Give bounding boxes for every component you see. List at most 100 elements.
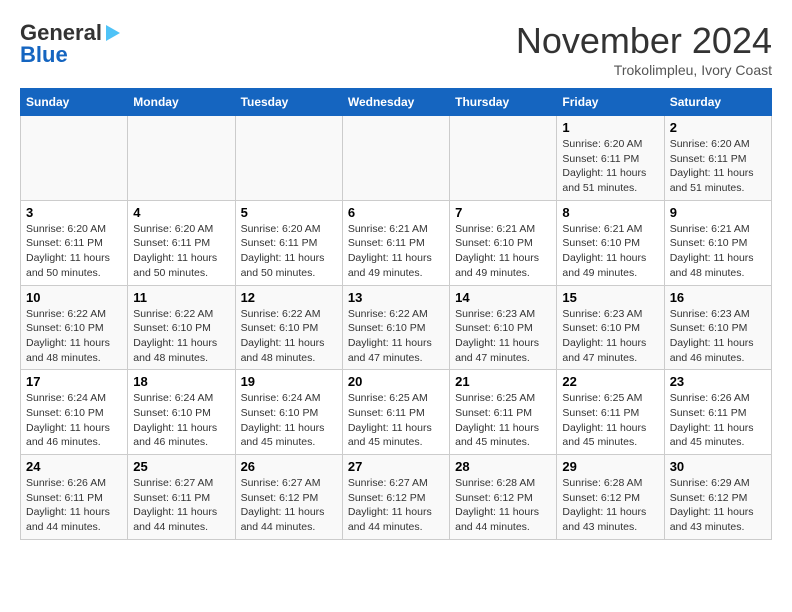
day-number: 12	[241, 290, 337, 305]
day-info: Sunrise: 6:22 AMSunset: 6:10 PMDaylight:…	[26, 307, 122, 366]
day-number: 6	[348, 205, 444, 220]
day-number: 22	[562, 374, 658, 389]
calendar-header-row: SundayMondayTuesdayWednesdayThursdayFrid…	[21, 89, 772, 116]
day-number: 28	[455, 459, 551, 474]
day-info: Sunrise: 6:28 AMSunset: 6:12 PMDaylight:…	[562, 476, 658, 535]
calendar-cell: 24Sunrise: 6:26 AMSunset: 6:11 PMDayligh…	[21, 455, 128, 540]
day-number: 29	[562, 459, 658, 474]
day-info: Sunrise: 6:20 AMSunset: 6:11 PMDaylight:…	[241, 222, 337, 281]
day-info: Sunrise: 6:20 AMSunset: 6:11 PMDaylight:…	[26, 222, 122, 281]
day-number: 27	[348, 459, 444, 474]
calendar-cell: 7 Sunrise: 6:21 AMSunset: 6:10 PMDaylight…	[450, 200, 557, 285]
calendar-cell: 26 Sunrise: 6:27 AMSunset: 6:12 PMDayligh…	[235, 455, 342, 540]
calendar-cell: 2Sunrise: 6:20 AMSunset: 6:11 PMDaylight…	[664, 116, 771, 201]
day-info: Sunrise: 6:24 AMSunset: 6:10 PMDaylight:…	[241, 391, 337, 450]
day-number: 11	[133, 290, 229, 305]
day-number: 3	[26, 205, 122, 220]
day-info: Sunrise: 6:25 AMSunset: 6:11 PMDaylight:…	[562, 391, 658, 450]
calendar-cell: 25Sunrise: 6:27 AMSunset: 6:11 PMDayligh…	[128, 455, 235, 540]
day-info: Sunrise: 6:26 AMSunset: 6:11 PMDaylight:…	[26, 476, 122, 535]
day-info: Sunrise: 6:21 AMSunset: 6:11 PMDaylight:…	[348, 222, 444, 281]
day-number: 23	[670, 374, 766, 389]
day-number: 14	[455, 290, 551, 305]
day-number: 21	[455, 374, 551, 389]
day-info: Sunrise: 6:24 AMSunset: 6:10 PMDaylight:…	[133, 391, 229, 450]
calendar-cell	[21, 116, 128, 201]
calendar-cell: 11 Sunrise: 6:22 AMSunset: 6:10 PMDayligh…	[128, 285, 235, 370]
logo: General Blue	[20, 20, 120, 68]
day-info: Sunrise: 6:21 AMSunset: 6:10 PMDaylight:…	[455, 222, 551, 281]
day-number: 15	[562, 290, 658, 305]
day-number: 10	[26, 290, 122, 305]
day-info: Sunrise: 6:26 AMSunset: 6:11 PMDaylight:…	[670, 391, 766, 450]
day-number: 26	[241, 459, 337, 474]
calendar-cell: 30 Sunrise: 6:29 AMSunset: 6:12 PMDayligh…	[664, 455, 771, 540]
calendar-cell: 17 Sunrise: 6:24 AMSunset: 6:10 PMDayligh…	[21, 370, 128, 455]
logo-arrow-icon	[106, 25, 120, 41]
day-info: Sunrise: 6:24 AMSunset: 6:10 PMDaylight:…	[26, 391, 122, 450]
calendar-cell: 20Sunrise: 6:25 AMSunset: 6:11 PMDayligh…	[342, 370, 449, 455]
day-number: 19	[241, 374, 337, 389]
column-header-saturday: Saturday	[664, 89, 771, 116]
column-header-tuesday: Tuesday	[235, 89, 342, 116]
column-header-thursday: Thursday	[450, 89, 557, 116]
location-label: Trokolimpleu, Ivory Coast	[516, 62, 772, 78]
day-info: Sunrise: 6:23 AMSunset: 6:10 PMDaylight:…	[670, 307, 766, 366]
day-info: Sunrise: 6:21 AMSunset: 6:10 PMDaylight:…	[562, 222, 658, 281]
day-number: 30	[670, 459, 766, 474]
month-title: November 2024	[516, 20, 772, 62]
day-info: Sunrise: 6:28 AMSunset: 6:12 PMDaylight:…	[455, 476, 551, 535]
day-info: Sunrise: 6:27 AMSunset: 6:12 PMDaylight:…	[241, 476, 337, 535]
calendar-week-row: 17 Sunrise: 6:24 AMSunset: 6:10 PMDayligh…	[21, 370, 772, 455]
day-info: Sunrise: 6:27 AMSunset: 6:12 PMDaylight:…	[348, 476, 444, 535]
day-info: Sunrise: 6:27 AMSunset: 6:11 PMDaylight:…	[133, 476, 229, 535]
calendar-cell: 19 Sunrise: 6:24 AMSunset: 6:10 PMDayligh…	[235, 370, 342, 455]
page-header: General Blue November 2024 Trokolimpleu,…	[20, 20, 772, 78]
calendar-cell	[342, 116, 449, 201]
calendar-cell: 4 Sunrise: 6:20 AMSunset: 6:11 PMDaylight…	[128, 200, 235, 285]
calendar-cell: 28 Sunrise: 6:28 AMSunset: 6:12 PMDayligh…	[450, 455, 557, 540]
calendar-cell: 10 Sunrise: 6:22 AMSunset: 6:10 PMDayligh…	[21, 285, 128, 370]
day-info: Sunrise: 6:29 AMSunset: 6:12 PMDaylight:…	[670, 476, 766, 535]
calendar-cell: 5 Sunrise: 6:20 AMSunset: 6:11 PMDaylight…	[235, 200, 342, 285]
calendar-week-row: 10 Sunrise: 6:22 AMSunset: 6:10 PMDayligh…	[21, 285, 772, 370]
calendar-week-row: 1 Sunrise: 6:20 AMSunset: 6:11 PMDaylight…	[21, 116, 772, 201]
calendar-cell: 1 Sunrise: 6:20 AMSunset: 6:11 PMDaylight…	[557, 116, 664, 201]
calendar-cell	[235, 116, 342, 201]
calendar-cell: 3 Sunrise: 6:20 AMSunset: 6:11 PMDaylight…	[21, 200, 128, 285]
day-info: Sunrise: 6:22 AMSunset: 6:10 PMDaylight:…	[133, 307, 229, 366]
day-info: Sunrise: 6:20 AMSunset: 6:11 PMDaylight:…	[562, 137, 658, 196]
calendar-table: SundayMondayTuesdayWednesdayThursdayFrid…	[20, 88, 772, 540]
day-number: 17	[26, 374, 122, 389]
title-area: November 2024 Trokolimpleu, Ivory Coast	[516, 20, 772, 78]
calendar-week-row: 24Sunrise: 6:26 AMSunset: 6:11 PMDayligh…	[21, 455, 772, 540]
day-number: 8	[562, 205, 658, 220]
day-number: 9	[670, 205, 766, 220]
day-number: 4	[133, 205, 229, 220]
calendar-cell: 8 Sunrise: 6:21 AMSunset: 6:10 PMDaylight…	[557, 200, 664, 285]
day-number: 7	[455, 205, 551, 220]
column-header-wednesday: Wednesday	[342, 89, 449, 116]
calendar-cell: 12Sunrise: 6:22 AMSunset: 6:10 PMDayligh…	[235, 285, 342, 370]
day-number: 18	[133, 374, 229, 389]
calendar-cell: 18 Sunrise: 6:24 AMSunset: 6:10 PMDayligh…	[128, 370, 235, 455]
column-header-sunday: Sunday	[21, 89, 128, 116]
day-number: 5	[241, 205, 337, 220]
day-info: Sunrise: 6:20 AMSunset: 6:11 PMDaylight:…	[133, 222, 229, 281]
calendar-cell: 6 Sunrise: 6:21 AMSunset: 6:11 PMDaylight…	[342, 200, 449, 285]
calendar-week-row: 3 Sunrise: 6:20 AMSunset: 6:11 PMDaylight…	[21, 200, 772, 285]
day-number: 16	[670, 290, 766, 305]
day-number: 20	[348, 374, 444, 389]
day-info: Sunrise: 6:25 AMSunset: 6:11 PMDaylight:…	[455, 391, 551, 450]
calendar-cell: 21 Sunrise: 6:25 AMSunset: 6:11 PMDayligh…	[450, 370, 557, 455]
day-number: 1	[562, 120, 658, 135]
calendar-cell: 14 Sunrise: 6:23 AMSunset: 6:10 PMDayligh…	[450, 285, 557, 370]
calendar-cell: 29 Sunrise: 6:28 AMSunset: 6:12 PMDayligh…	[557, 455, 664, 540]
column-header-friday: Friday	[557, 89, 664, 116]
day-number: 2	[670, 120, 766, 135]
logo-blue: Blue	[20, 42, 68, 68]
day-info: Sunrise: 6:23 AMSunset: 6:10 PMDaylight:…	[455, 307, 551, 366]
day-info: Sunrise: 6:21 AMSunset: 6:10 PMDaylight:…	[670, 222, 766, 281]
calendar-cell: 13Sunrise: 6:22 AMSunset: 6:10 PMDayligh…	[342, 285, 449, 370]
calendar-cell: 9 Sunrise: 6:21 AMSunset: 6:10 PMDaylight…	[664, 200, 771, 285]
